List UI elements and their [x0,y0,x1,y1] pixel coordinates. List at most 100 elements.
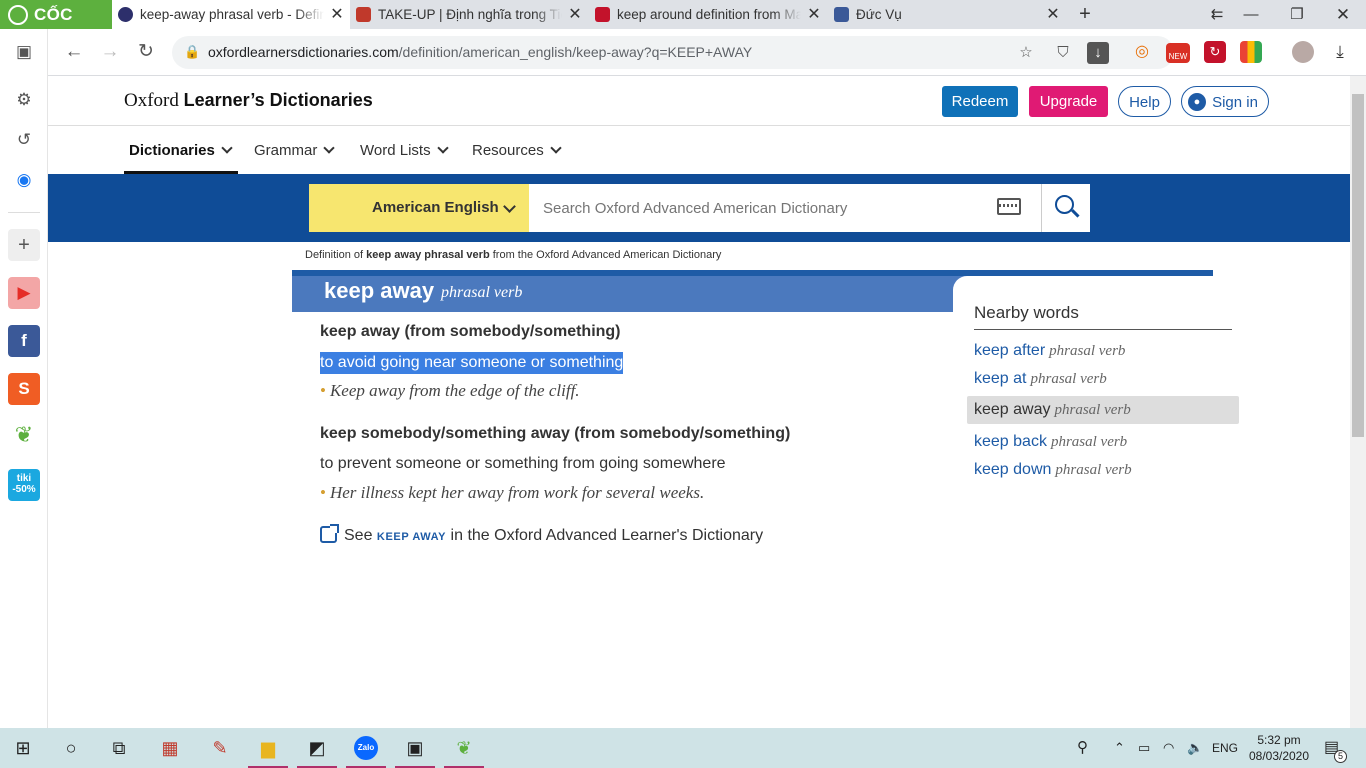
youtube-icon[interactable]: ▶ [8,277,40,309]
notification-icon[interactable]: ▤ 5 [1324,728,1347,768]
tab-keep-away[interactable]: keep-away phrasal verb - Definition ✕ [112,0,350,29]
paint-app-icon[interactable]: ✎ [197,728,243,768]
url-text[interactable]: oxfordlearnersdictionaries.com/definitio… [208,36,752,69]
nav-resources[interactable]: Resources [472,127,562,174]
facebook-favicon-icon [834,7,849,22]
nav-word-lists[interactable]: Word Lists [360,127,449,174]
settings-icon[interactable]: ⚙ [8,84,40,116]
coccoc-brand[interactable]: CỐC CỐC [0,0,112,53]
sense-1-definition: to avoid going near someone or something [320,352,624,374]
shield-icon[interactable]: ⛉ [1052,42,1074,64]
nearby-pos: phrasal verb [1054,402,1131,418]
restore-button[interactable]: ❐ [1274,0,1320,29]
history-icon[interactable]: ↺ [8,124,40,156]
macmillan-favicon-icon [595,7,610,22]
add-panel-icon[interactable]: + [8,229,40,261]
forward-button[interactable]: → [95,37,125,67]
messenger-icon[interactable]: ◉ [8,164,40,196]
nearby-item[interactable]: keep back phrasal verb [967,428,1239,456]
coccoc-taskbar-icon[interactable]: ❦ [441,728,487,768]
search-circle-icon[interactable]: ○ [48,728,94,768]
close-tab-icon[interactable]: ✕ [328,0,346,29]
page-scrollbar[interactable] [1350,76,1366,728]
app-bag-icon[interactable]: ▣ [392,728,438,768]
windows-taskbar: ⊞ ○ ⧉ ▦ ✎ ▆ ◩ Zalo ▣ ❦ ⚲ ⌃ ▭ ◠ 🔈 ENG 5:3… [0,728,1366,768]
zalo-icon[interactable]: Zalo [343,728,389,768]
coccoc-app-icon[interactable]: ❦ [8,419,40,451]
clock[interactable]: 5:32 pm 08/03/2020 [1238,732,1320,764]
nearby-item[interactable]: keep down phrasal verb [967,456,1239,484]
web-page: Oxford Learner’s Dictionaries Redeem Upg… [48,76,1350,728]
see-also-link[interactable]: KEEP AWAY [377,531,446,543]
new-badge: NEW [1168,52,1188,61]
file-explorer-icon[interactable]: ▆ [245,728,291,768]
tiki-sale-label: -50% [12,484,36,495]
windows-start-icon[interactable]: ⊞ [0,728,46,768]
extension-red-icon[interactable]: ↻ [1204,41,1226,63]
close-tab-icon[interactable]: ✕ [566,0,584,29]
task-view-icon[interactable]: ⧉ [96,728,142,768]
wifi-icon[interactable]: ◠ [1163,728,1174,768]
keyboard-icon[interactable] [997,198,1021,215]
dictionary-select-label: American English [372,199,499,216]
close-tab-icon[interactable]: ✕ [805,0,823,29]
cambridge-favicon-icon [356,7,371,22]
nearby-item[interactable]: keep after phrasal verb [967,337,1239,365]
search-button[interactable] [1041,184,1090,232]
sidebar-toggle-icon[interactable]: ▣ [8,36,40,68]
volume-icon[interactable]: 🔈 [1187,728,1203,768]
tab-facebook[interactable]: Đức Vụ ✕ [828,0,1066,29]
extension-colorful-icon[interactable] [1240,41,1262,63]
profile-avatar[interactable] [1292,41,1314,63]
tab-take-up[interactable]: TAKE-UP | Định nghĩa trong Tiếng ✕ [350,0,588,29]
extension-new-icon[interactable]: NEW [1166,43,1190,63]
sticky-app-icon[interactable]: ◩ [294,728,340,768]
battery-icon[interactable]: ▭ [1138,728,1150,768]
omnibox[interactable]: 🔒 oxfordlearnersdictionaries.com/definit… [172,36,1174,69]
facebook-icon[interactable]: f [8,325,40,357]
tiki-icon[interactable]: tiki -50% [8,469,40,501]
help-button[interactable]: Help [1118,86,1171,117]
download-video-icon[interactable]: ↓ [1087,42,1109,64]
dictionary-select[interactable]: American English [309,184,529,232]
sign-in-button[interactable]: ● Sign in [1181,86,1269,117]
scrollbar-thumb[interactable] [1352,94,1364,437]
extension-chrome-like-icon[interactable]: ◎ [1131,41,1153,63]
tab-keep-around[interactable]: keep around definition from Mac ✕ [589,0,827,29]
clock-time: 5:32 pm [1257,733,1301,747]
tray-chevron-up-icon[interactable]: ⌃ [1114,728,1125,768]
breadcrumb-pre: Definition of [305,249,367,261]
logo-oxford: Oxford [124,90,179,111]
shopee-icon[interactable]: S [8,373,40,405]
language-indicator[interactable]: ENG [1212,728,1238,768]
reload-button[interactable]: ↻ [131,37,161,67]
site-logo[interactable]: Oxford Learner’s Dictionaries [124,90,373,112]
tab-title: keep around definition from Mac [617,7,801,22]
sense-1-example: • Keep away from the edge of the cliff. [320,381,580,401]
nearby-item-current[interactable]: keep away phrasal verb [967,396,1239,424]
nearby-word: keep after [974,342,1046,359]
nearby-word: keep at [974,370,1027,387]
nearby-item[interactable]: keep at phrasal verb [967,365,1239,393]
lock-icon: 🔒 [184,44,201,59]
oxford-favicon-icon [118,7,133,22]
people-icon[interactable]: ⚲ [1077,728,1088,768]
nav-dictionaries[interactable]: Dictionaries [124,127,238,174]
breadcrumb-term: keep away phrasal verb [366,249,490,261]
headword: keep away [324,278,435,303]
redeem-button[interactable]: Redeem [942,86,1018,117]
bookmark-star-icon[interactable]: ☆ [1015,42,1037,64]
downloads-icon[interactable]: ⤓ [1329,41,1351,63]
back-button[interactable]: ← [59,37,89,67]
nearby-divider [974,329,1232,330]
close-tab-icon[interactable]: ✕ [1044,0,1062,29]
breadcrumb: Definition of keep away phrasal verb fro… [305,249,721,261]
upgrade-button[interactable]: Upgrade [1029,86,1108,117]
search-input[interactable] [529,184,1041,232]
nav-label: Word Lists [360,142,431,159]
office-app-icon[interactable]: ▦ [147,728,193,768]
minimize-button[interactable]: — [1228,0,1274,29]
nav-grammar[interactable]: Grammar [254,127,336,174]
new-tab-button[interactable]: + [1066,0,1104,29]
close-window-button[interactable]: ✕ [1320,0,1366,29]
